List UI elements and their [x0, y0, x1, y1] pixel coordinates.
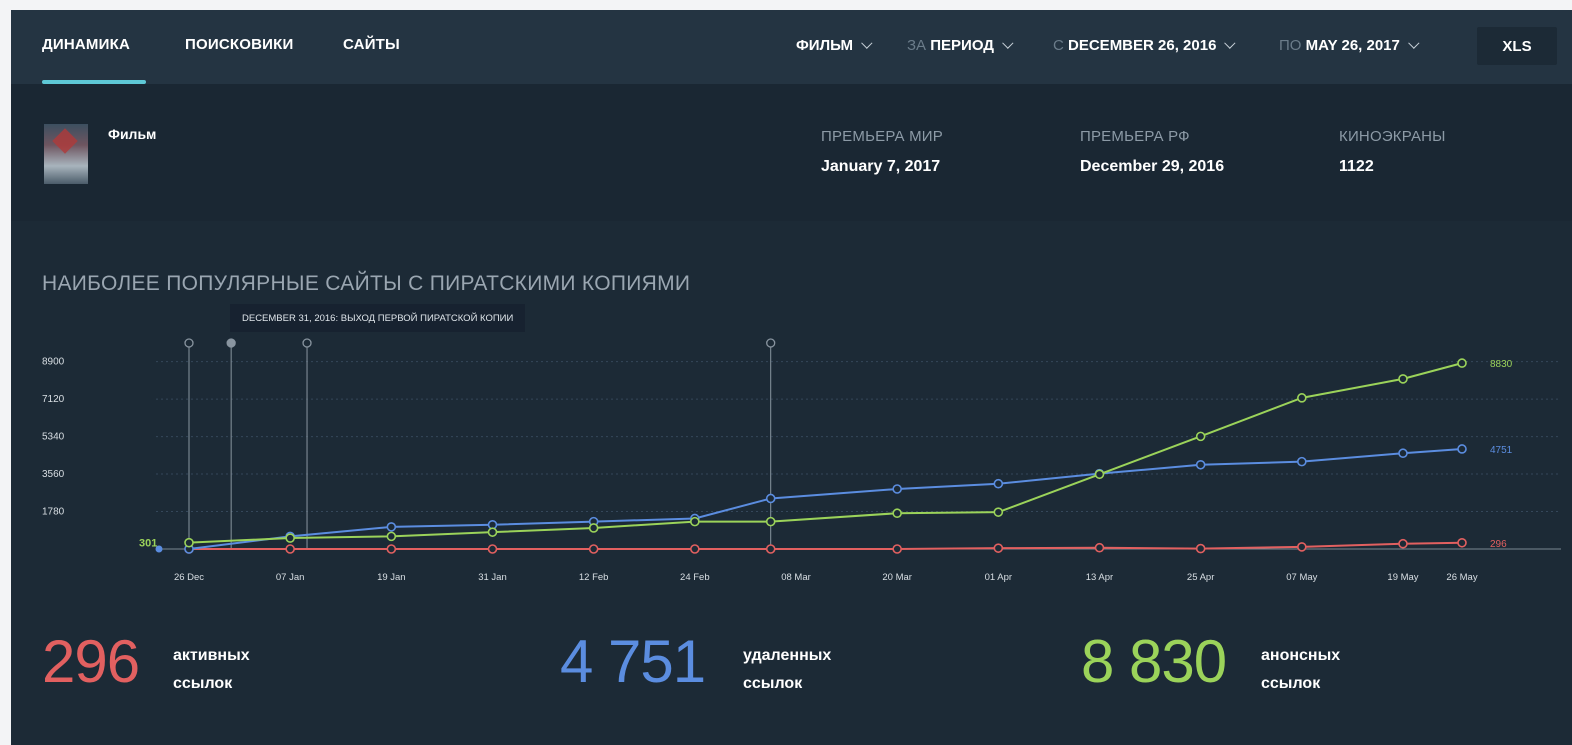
data-point — [1297, 456, 1307, 467]
data-point — [1457, 444, 1467, 454]
data-point — [487, 527, 498, 537]
y-tick-label: 3560 — [42, 469, 65, 480]
active-links-label: активных ссылок — [173, 642, 250, 698]
data-point — [1094, 469, 1105, 480]
series-end-label: 4751 — [1490, 445, 1513, 456]
y-tick-label: 8900 — [42, 357, 65, 368]
data-point — [386, 544, 397, 554]
data-point — [690, 544, 700, 554]
x-tick-label: 12 Feb — [579, 572, 609, 583]
data-point — [1398, 448, 1408, 459]
series-line — [189, 541, 1463, 550]
data-point — [1297, 393, 1307, 403]
data-point — [588, 544, 599, 554]
x-tick-label: 13 Apr — [1086, 572, 1113, 583]
active-links-count: 296 — [42, 628, 140, 695]
data-point — [892, 508, 902, 519]
x-tick-label: 20 Mar — [882, 572, 912, 583]
data-point — [892, 484, 902, 494]
active-links-label-line2: ссылок — [173, 675, 233, 692]
data-point — [1457, 358, 1467, 368]
data-point — [1398, 374, 1408, 384]
data-point — [1457, 537, 1467, 548]
announce-links-label-line1: анонсных — [1261, 647, 1341, 664]
x-tick-label: 19 Jan — [377, 572, 406, 583]
x-tick-label: 08 Mar — [781, 572, 811, 583]
active-links-label-line1: активных — [173, 647, 250, 664]
announce-links-count: 8 830 — [1081, 628, 1227, 695]
data-point — [1398, 538, 1408, 549]
x-tick-label: 26 Dec — [174, 572, 204, 583]
deleted-links-label-line1: удаленных — [743, 647, 832, 664]
data-point — [1195, 431, 1206, 442]
event-marker-dot — [184, 338, 194, 348]
announce-links-label: анонсных ссылок — [1261, 642, 1340, 698]
event-marker-dot — [302, 338, 312, 348]
x-tick-label: 01 Apr — [985, 572, 1012, 583]
data-point — [386, 522, 397, 532]
y-tick-label: 5340 — [42, 432, 65, 443]
data-point — [993, 507, 1004, 517]
data-point — [690, 516, 700, 527]
data-point — [285, 533, 295, 543]
data-point — [1094, 542, 1105, 553]
data-point — [765, 493, 776, 504]
deleted-links-label-line2: ссылок — [743, 675, 803, 692]
data-point — [993, 543, 1004, 553]
data-point — [184, 537, 194, 548]
series-end-label: 296 — [1490, 539, 1507, 550]
data-point — [285, 544, 295, 554]
event-marker-dot — [766, 338, 776, 348]
data-point — [892, 544, 902, 554]
data-point — [1297, 542, 1307, 552]
data-point — [1195, 543, 1206, 554]
series-end-label: 8830 — [1490, 359, 1513, 370]
event-marker-dot — [226, 338, 236, 348]
series-line — [188, 447, 1463, 550]
x-tick-label: 31 Jan — [478, 572, 507, 583]
deleted-links-count: 4 751 — [560, 628, 706, 695]
data-point — [993, 478, 1004, 489]
deleted-links-label: удаленных ссылок — [743, 642, 831, 698]
x-tick-label: 25 Apr — [1187, 572, 1214, 583]
data-point — [765, 516, 776, 527]
data-point — [487, 544, 498, 554]
data-point — [386, 531, 397, 542]
x-tick-label: 07 May — [1286, 572, 1317, 583]
event-tooltip: DECEMBER 31, 2016: ВЫХОД ПЕРВОЙ ПИРАТСКО… — [230, 304, 526, 332]
series-line — [188, 362, 1463, 544]
origin-point — [155, 545, 163, 553]
data-point — [765, 544, 776, 554]
data-point — [588, 523, 599, 533]
y-tick-label: 7120 — [42, 394, 65, 405]
data-point — [1195, 459, 1206, 470]
y-tick-label: 1780 — [42, 507, 65, 518]
app-window: ДИНАМИКА ПОИСКОВИКИ САЙТЫ ФИЛЬМ ЗА ПЕРИО… — [11, 10, 1572, 745]
x-tick-label: 19 May — [1387, 572, 1418, 583]
series-start-label: 301 — [139, 538, 157, 550]
x-tick-label: 07 Jan — [276, 572, 305, 583]
x-tick-label: 24 Feb — [680, 572, 710, 583]
announce-links-label-line2: ссылок — [1261, 675, 1321, 692]
x-tick-label: 26 May — [1446, 572, 1477, 583]
